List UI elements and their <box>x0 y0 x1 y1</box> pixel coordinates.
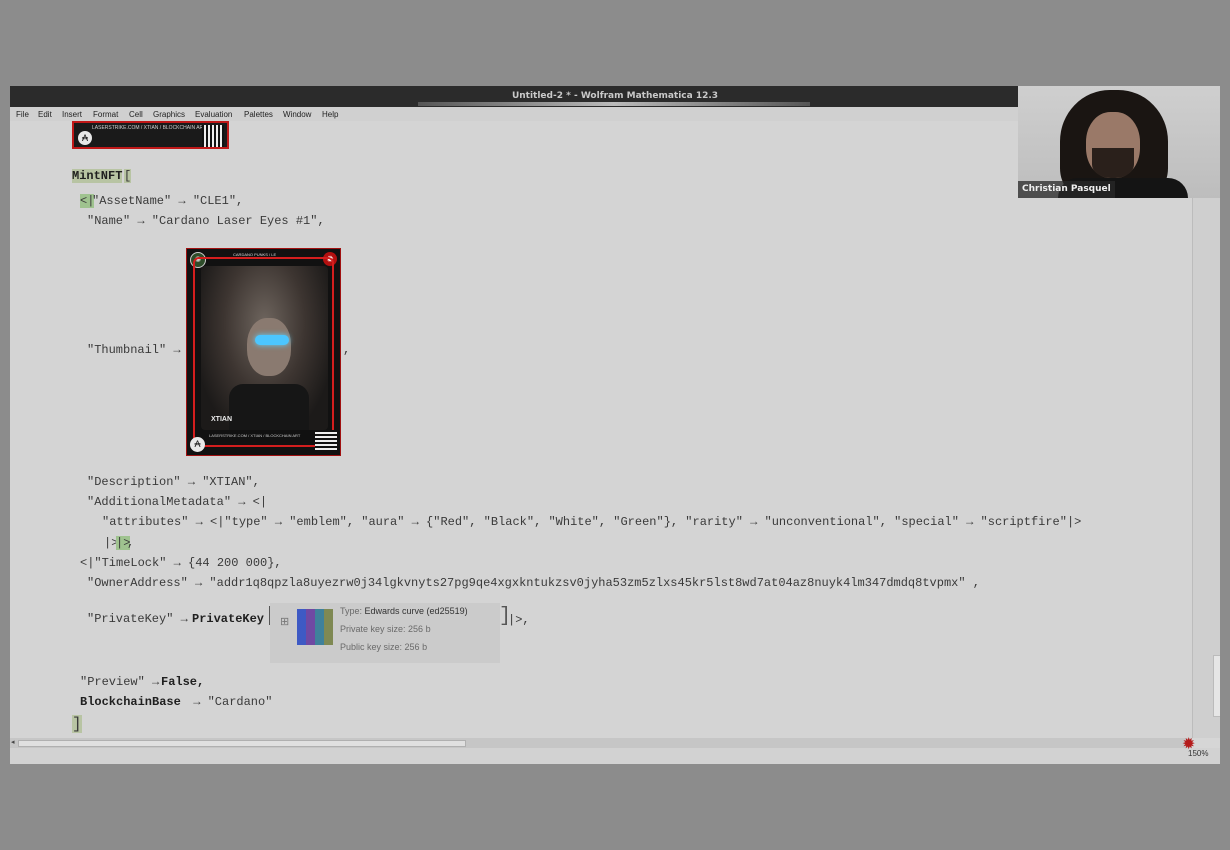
private-key-key[interactable]: "PrivateKey" → <box>87 612 188 626</box>
key-type-value: Edwards curve (ed25519) <box>364 606 468 616</box>
asset-name-line[interactable]: "AssetName" → "CLE1", <box>92 194 243 208</box>
menu-evaluation[interactable]: Evaluation <box>195 110 232 119</box>
blockchain-base-key[interactable]: BlockchainBase <box>80 695 181 709</box>
cardano-logo-icon: ₳ <box>190 437 205 452</box>
horizontal-scrollbar[interactable]: ◂ <box>10 738 1192 748</box>
private-size-value: 256 b <box>408 624 431 634</box>
menu-edit[interactable]: Edit <box>38 110 52 119</box>
vertical-scroll-thumb[interactable] <box>1213 655 1220 717</box>
name-line[interactable]: "Name" → "Cardano Laser Eyes #1", <box>87 214 325 228</box>
portrait-face <box>247 318 291 376</box>
qr-code-icon <box>315 430 337 452</box>
title-shade <box>418 102 810 106</box>
attributes-line[interactable]: "attributes" → <|"type" → "emblem", "aur… <box>102 515 1081 529</box>
window-title: Untitled-2 * - Wolfram Mathematica 12.3 <box>511 91 719 101</box>
thumbnail-nft-image[interactable]: ✺ ✹ CARDANO PUNKS / LE XTIAN LASERSTRIKE… <box>186 248 341 456</box>
association-close-comma: , <box>127 536 135 550</box>
menu-cell[interactable]: Cell <box>129 110 143 119</box>
previous-nft-card-image: LASERSTRIKE.COM / XTIAN / BLOCKCHAIN ART… <box>72 121 229 149</box>
key-type-label: Type: <box>340 606 363 616</box>
laser-eyes <box>255 335 289 345</box>
menu-help[interactable]: Help <box>322 110 338 119</box>
public-size-label: Public key size: <box>340 642 403 652</box>
thumbnail-comma: , <box>343 343 351 357</box>
key-type-row: Type: Edwards curve (ed25519) <box>340 606 468 616</box>
private-size-label: Private key size: <box>340 624 406 634</box>
horizontal-scroll-thumb[interactable] <box>18 740 466 747</box>
mintnft-function[interactable]: MintNFT <box>72 169 123 183</box>
notebook-area[interactable]: LASERSTRIKE.COM / XTIAN / BLOCKCHAIN ART… <box>10 121 1192 738</box>
menu-window[interactable]: Window <box>283 110 311 119</box>
preview-key[interactable]: "Preview" → <box>80 675 159 689</box>
vertical-scrollbar[interactable] <box>1192 121 1220 738</box>
card-url: LASERSTRIKE.COM / XTIAN / BLOCKCHAIN ART <box>209 433 301 438</box>
public-size-value: 256 b <box>404 642 428 652</box>
menu-graphics[interactable]: Graphics <box>153 110 185 119</box>
description-line[interactable]: "Description" → "XTIAN", <box>87 475 260 489</box>
private-key-summary-box[interactable]: ⊞ Type: Edwards curve (ed25519) Private … <box>270 603 500 663</box>
blockchain-base-value[interactable]: → "Cardano" <box>186 695 272 709</box>
thumbnail-key[interactable]: "Thumbnail" → <box>87 343 181 357</box>
webcam-overlay: Christian Pasquel <box>1018 86 1220 198</box>
preview-value[interactable]: False, <box>161 675 204 689</box>
public-size-row: Public key size: 256 b <box>340 642 427 652</box>
owner-address-line[interactable]: "OwnerAddress" → "addr1q8qpzla8uyezrw0j3… <box>87 576 980 590</box>
presenter-name: Christian Pasquel <box>1018 181 1115 198</box>
portrait-photo <box>201 266 328 430</box>
private-key-tail: |>, <box>508 613 530 627</box>
portrait-shirt <box>229 384 309 430</box>
menu-palettes[interactable]: Palettes <box>244 110 273 119</box>
timelock-line[interactable]: <|"TimeLock" → {44 200 000}, <box>80 556 282 570</box>
private-key-head[interactable]: PrivateKey <box>192 612 264 626</box>
zoom-level[interactable]: 150% <box>1188 749 1208 758</box>
top-card-caption: LASERSTRIKE.COM / XTIAN / BLOCKCHAIN ART <box>92 125 207 131</box>
expand-plus-icon[interactable]: ⊞ <box>280 615 289 628</box>
scroll-left-icon[interactable]: ◂ <box>11 738 15 746</box>
private-size-row: Private key size: 256 b <box>340 624 431 634</box>
menu-insert[interactable]: Insert <box>62 110 82 119</box>
status-bar <box>10 748 1220 764</box>
presenter-beard <box>1092 148 1134 178</box>
additional-metadata-line[interactable]: "AdditionalMetadata" → <| <box>87 495 267 509</box>
menu-format[interactable]: Format <box>93 110 118 119</box>
qr-code-icon <box>202 125 224 147</box>
key-pattern-icon <box>297 609 333 645</box>
close-bracket: ] <box>72 715 82 733</box>
card-name: XTIAN <box>211 416 232 423</box>
open-bracket: [ <box>124 169 132 183</box>
menu-file[interactable]: File <box>16 110 29 119</box>
cardano-logo-icon: ₳ <box>78 131 92 145</box>
